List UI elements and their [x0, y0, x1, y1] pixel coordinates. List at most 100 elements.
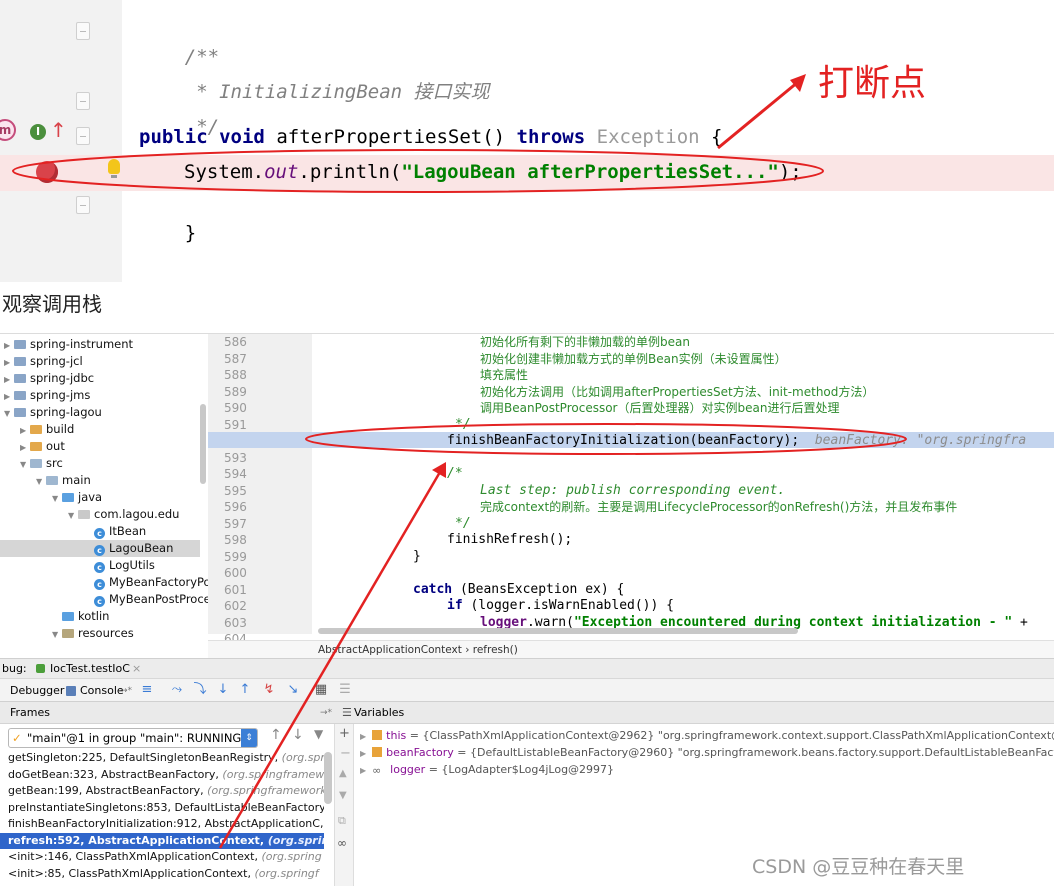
chevron-right-icon[interactable]: ▶ [360, 749, 366, 758]
line-number: 587 [224, 351, 247, 366]
project-tree[interactable]: ▶ spring-instrument ▶ spring-jcl ▶ spring-jdb… [0, 334, 208, 640]
drop-frame-icon[interactable]: ↯ [262, 683, 276, 697]
tree-item[interactable]: ▼ java [0, 489, 200, 506]
tree-item[interactable]: ▶ spring-jcl [0, 353, 200, 370]
fold-marker[interactable] [76, 22, 90, 40]
tree-item[interactable]: ▼ main [0, 472, 200, 489]
tree-item[interactable]: ▶ spring-instrument [0, 336, 200, 353]
step-over-icon[interactable]: ⤵ [193, 683, 207, 697]
tree-item[interactable]: c ItBean [0, 523, 200, 540]
glasses-icon[interactable]: ∞ [337, 836, 347, 850]
frames-scrollbar[interactable] [324, 752, 332, 804]
chevron-right-icon[interactable]: ▶ [360, 732, 366, 741]
chevron-down-icon[interactable]: ▼ [52, 490, 62, 507]
menu-icon[interactable]: ≡ [140, 683, 154, 697]
chevron-down-icon[interactable]: ▼ [4, 405, 14, 422]
code-editor[interactable]: 初始化所有剩下的非懒加载的单例bean 初始化创建非懒加载方式的单例Bean实例… [312, 334, 1054, 634]
breakpoint-statement[interactable]: System.out.println("LagouBean afterPrope… [184, 159, 802, 185]
fold-marker[interactable] [76, 196, 90, 214]
tree-item[interactable]: ▶ spring-jdbc [0, 370, 200, 387]
move-down-icon[interactable]: ▼ [339, 790, 347, 801]
debug-session-tab[interactable]: IocTest.testIoC [50, 659, 130, 679]
lightbulb-icon[interactable] [108, 159, 120, 178]
stack-frame[interactable]: finishBeanFactoryInitialization:912, Abs… [8, 816, 324, 832]
copy-icon[interactable]: ⧉ [338, 814, 346, 828]
step-out-icon[interactable]: ↑ [238, 683, 252, 697]
tree-item[interactable]: ▼ src [0, 455, 200, 472]
tree-item[interactable]: kotlin [0, 608, 200, 625]
field-icon [372, 730, 383, 740]
chevron-down-icon[interactable]: ▼ [36, 473, 46, 490]
tree-item[interactable]: c LogUtils [0, 557, 200, 574]
pin-icon[interactable]: →* [320, 702, 332, 724]
tree-item-label: spring-jcl [30, 354, 83, 368]
move-up-icon[interactable]: ▲ [339, 768, 347, 779]
pin-icon[interactable]: →* [120, 679, 132, 703]
tree-scrollbar[interactable] [200, 404, 206, 484]
thread-selector[interactable]: ✓ "main"@1 in group "main": RUNNING ⇕ [8, 728, 258, 748]
chevron-right-icon[interactable]: ▶ [4, 337, 14, 354]
close-icon[interactable]: × [132, 659, 141, 679]
variable-row[interactable]: ▶ this = {ClassPathXmlApplicationContext@… [360, 727, 1054, 744]
chevron-right-icon[interactable]: ▶ [4, 354, 14, 371]
tab-console[interactable]: Console [80, 679, 124, 703]
tree-item[interactable]: ▼ spring-lagou [0, 404, 200, 421]
arrow-down-icon[interactable]: ↓ [292, 727, 304, 743]
tree-item[interactable]: c MyBeanFactoryPo [0, 574, 208, 591]
step-into-icon[interactable]: ↓ [216, 683, 230, 697]
frame-method: <init>:85, ClassPathXmlApplicationContex… [8, 866, 255, 880]
stack-frame[interactable]: <init>:146, ClassPathXmlApplicationConte… [8, 849, 324, 865]
chevron-down-icon[interactable]: ⇕ [241, 729, 257, 747]
evaluate-icon[interactable]: ▦ [314, 683, 328, 697]
stack-frame[interactable]: getSingleton:225, DefaultSingletonBeanRe… [8, 750, 324, 766]
arrow-up-icon[interactable]: ↑ [270, 727, 282, 743]
show-execution-point-icon[interactable]: ⤳ [170, 683, 184, 697]
stack-frame[interactable]: <init>:85, ClassPathXmlApplicationContex… [8, 866, 324, 882]
brace: { [711, 126, 723, 148]
chevron-right-icon[interactable]: ▶ [360, 766, 366, 775]
frame-method: finishBeanFactoryInitialization:912, Abs… [8, 817, 324, 830]
code-text: (logger.isWarnEnabled()) { [462, 598, 674, 613]
stack-frame[interactable]: doGetBean:323, AbstractBeanFactory, (org… [8, 767, 324, 783]
breakpoint-icon[interactable] [36, 161, 58, 183]
fold-marker[interactable] [76, 92, 90, 110]
tree-item[interactable]: ▶ build [0, 421, 200, 438]
tree-item[interactable]: ▼ resources [0, 625, 200, 640]
tree-item[interactable]: ▶ out [0, 438, 200, 455]
filter-icon[interactable]: ▼ [314, 727, 323, 741]
chevron-down-icon[interactable]: ▼ [52, 626, 62, 640]
breadcrumb[interactable]: AbstractApplicationContext › refresh() [208, 640, 1054, 658]
fold-marker[interactable] [76, 127, 90, 145]
tab-debugger[interactable]: Debugger [10, 679, 64, 703]
chevron-down-icon[interactable]: ▼ [20, 456, 30, 473]
chevron-right-icon[interactable]: ▶ [4, 371, 14, 388]
implements-method-icon[interactable]: I [30, 124, 46, 140]
chevron-right-icon[interactable]: ▶ [20, 422, 30, 439]
stack-frame[interactable]: preInstantiateSingletons:853, DefaultLis… [8, 800, 324, 816]
editor-horizontal-scrollbar[interactable] [318, 628, 798, 634]
current-execution-line[interactable]: finishBeanFactoryInitialization(beanFact… [447, 433, 1026, 450]
debug-tool-header: bug: IocTest.testIoC × [0, 658, 1054, 678]
line-number: 588 [224, 368, 247, 382]
line-number: 599 [224, 549, 247, 564]
run-to-cursor-icon[interactable]: ↘ [286, 683, 300, 697]
remove-icon[interactable]: − [340, 746, 351, 761]
code-comment-line: /* [447, 466, 463, 481]
trace-icon[interactable]: ☰ [338, 683, 352, 697]
chevron-right-icon[interactable]: ▶ [20, 439, 30, 456]
tree-item-label: com.lagou.edu [94, 507, 180, 521]
chevron-down-icon[interactable]: ▼ [68, 507, 78, 524]
variable-row[interactable]: ▶ beanFactory = {DefaultListableBeanFacto… [360, 744, 1054, 761]
arrow-up-icon: ↑ [50, 118, 67, 142]
stack-frame[interactable]: refresh:592, AbstractApplicationContext,… [0, 832, 324, 849]
tree-item[interactable]: c LagouBean [0, 540, 200, 557]
stack-frame[interactable]: getBean:199, AbstractBeanFactory, (org.s… [8, 783, 324, 799]
tree-item[interactable]: ▶ spring-jms [0, 387, 200, 404]
frame-method: getBean:199, AbstractBeanFactory, [8, 784, 208, 797]
chevron-right-icon[interactable]: ▶ [4, 388, 14, 405]
variable-row[interactable]: ▶ ∞ logger = {LogAdapter$Log4jLog@2997} [360, 761, 614, 778]
add-icon[interactable]: + [339, 726, 350, 741]
tree-item[interactable]: c MyBeanPostProce [0, 591, 208, 608]
tree-item[interactable]: ▼ com.lagou.edu [0, 506, 200, 523]
code-line: finishRefresh(); [447, 532, 573, 547]
